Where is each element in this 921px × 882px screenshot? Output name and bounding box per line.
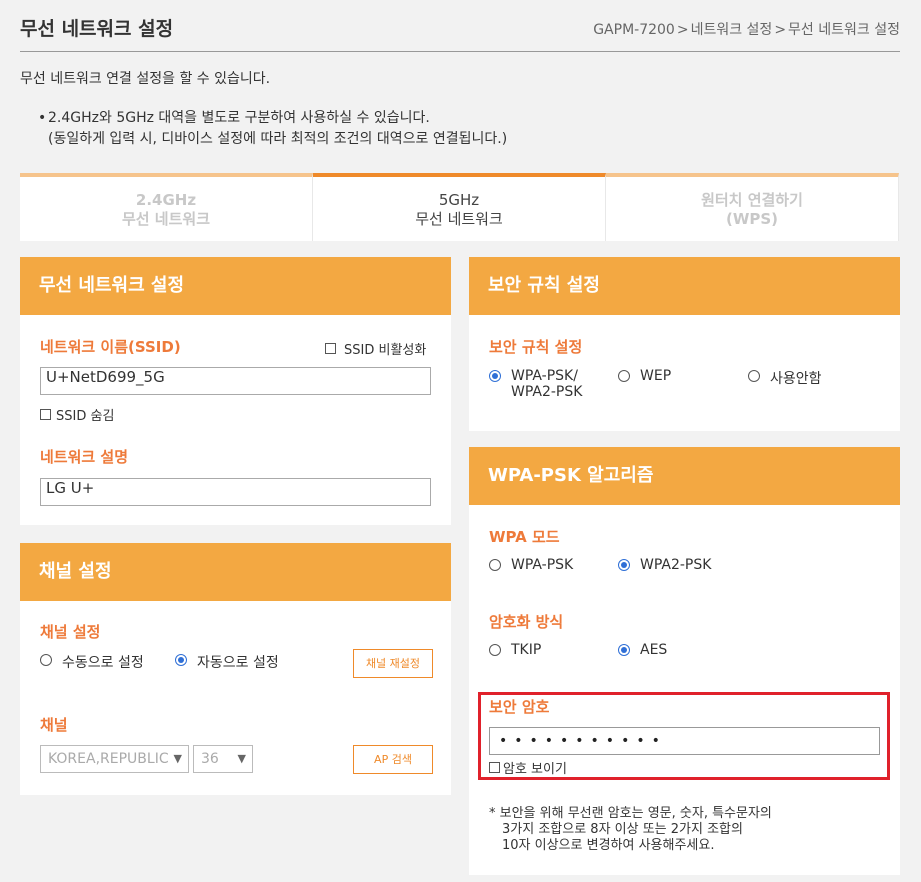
encryption-label: 암호화 방식: [489, 613, 564, 631]
footnote-line: 3가지 조합으로 8자 이상 또는 2가지 조합의: [502, 822, 743, 837]
breadcrumb-item: 무선 네트워크 설정: [788, 22, 900, 38]
breadcrumb-separator: >: [676, 22, 689, 38]
tab-label-line: 2.4GHz: [135, 191, 197, 209]
tab-label-line: 무선 네트워크: [415, 210, 503, 228]
country-value: KOREA,REPUBLIC: [48, 751, 169, 767]
ssid-hide-label: SSID 숨김: [56, 409, 115, 424]
ssid-disable-label: SSID 비활성화: [344, 343, 427, 358]
radio-selected-icon[interactable]: [175, 654, 187, 666]
channel-setting-label: 채널 설정: [40, 623, 101, 641]
radio-label: WPA2-PSK: [640, 557, 712, 573]
radio-label-line: WPA-PSK/: [511, 368, 578, 384]
radio-label: AES: [640, 642, 668, 658]
encryption-aes-radio[interactable]: AES: [618, 642, 667, 658]
network-desc-label: 네트워크 설명: [40, 448, 129, 466]
wpa-mode-wpa2-radio[interactable]: WPA2-PSK: [618, 557, 711, 573]
security-rule-label: 보안 규칙 설정: [489, 338, 583, 356]
radio-icon[interactable]: [618, 370, 630, 382]
radio-icon[interactable]: [489, 559, 501, 571]
security-wpa-radio[interactable]: WPA-PSK/WPA2-PSK: [489, 368, 582, 400]
radio-icon[interactable]: [748, 370, 760, 382]
channel-manual-radio[interactable]: 수동으로 설정: [40, 652, 144, 672]
panel-title: 무선 네트워크 설정: [20, 257, 451, 315]
network-desc-input[interactable]: LG U+: [40, 478, 431, 506]
channel-reset-button[interactable]: 채널 재설정: [353, 649, 433, 678]
radio-label: WEP: [640, 368, 672, 384]
password-input[interactable]: •••••••••••: [489, 727, 880, 755]
note-line: 2.4GHz와 5GHz 대역을 별도로 구분하여 사용하실 수 있습니다.: [48, 110, 430, 126]
tab-label-line: (WPS): [725, 210, 779, 228]
radio-label: WPA-PSK/WPA2-PSK: [511, 368, 582, 400]
breadcrumb: GAPM-7200 > 네트워크 설정 > 무선 네트워크 설정: [593, 19, 900, 39]
band-tabs: 2.4GHz 무선 네트워크 5GHz 무선 네트워크 원터치 연결하기 (WP…: [20, 173, 899, 241]
security-none-radio[interactable]: 사용안함: [748, 368, 822, 388]
radio-label-line: WPA2-PSK: [511, 384, 583, 400]
channel-label: 채널: [40, 716, 68, 734]
page-header: 무선 네트워크 설정 GAPM-7200 > 네트워크 설정 > 무선 네트워크 설정: [20, 0, 900, 52]
ap-search-button[interactable]: AP 검색: [353, 745, 433, 774]
radio-label: 자동으로 설정: [197, 655, 279, 671]
radio-selected-icon[interactable]: [618, 559, 630, 571]
breadcrumb-item: GAPM-7200: [593, 22, 675, 38]
ssid-disable-checkbox[interactable]: SSID 비활성화: [325, 339, 426, 358]
footnote-line: 10자 이상으로 변경하여 사용해주세요.: [502, 838, 715, 853]
ssid-label: 네트워크 이름(SSID): [40, 338, 181, 356]
panel-title: WPA-PSK 알고리즘: [469, 447, 900, 505]
checkbox-icon[interactable]: [40, 409, 51, 420]
chevron-down-icon: ▼: [237, 752, 246, 765]
tab-label-line: 5GHz: [438, 191, 480, 209]
security-wep-radio[interactable]: WEP: [618, 368, 671, 384]
radio-selected-icon[interactable]: [489, 370, 501, 382]
ssid-hide-checkbox[interactable]: SSID 숨김: [40, 405, 114, 424]
panel-title: 채널 설정: [20, 543, 451, 601]
show-password-label: 암호 보이기: [503, 762, 567, 777]
radio-label: 수동으로 설정: [62, 655, 144, 671]
encryption-tkip-radio[interactable]: TKIP: [489, 642, 541, 658]
radio-icon[interactable]: [40, 654, 52, 666]
band-note: • 2.4GHz와 5GHz 대역을 별도로 구분하여 사용하실 수 있습니다.…: [38, 108, 508, 150]
channel-select[interactable]: 36 ▼: [193, 745, 253, 773]
country-select[interactable]: KOREA,REPUBLIC ▼: [40, 745, 189, 773]
checkbox-icon[interactable]: [325, 343, 336, 354]
tab-wps[interactable]: 원터치 연결하기 (WPS): [606, 173, 899, 241]
password-label: 보안 암호: [489, 698, 550, 716]
tab-5ghz[interactable]: 5GHz 무선 네트워크: [313, 173, 606, 241]
wpa-mode-label: WPA 모드: [489, 528, 560, 546]
breadcrumb-item: 네트워크 설정: [690, 22, 773, 38]
radio-label: WPA-PSK: [511, 557, 574, 573]
breadcrumb-separator: >: [774, 22, 787, 38]
wpa-mode-wpa-radio[interactable]: WPA-PSK: [489, 557, 573, 573]
chevron-down-icon: ▼: [173, 752, 182, 765]
page-description: 무선 네트워크 연결 설정을 할 수 있습니다.: [20, 71, 271, 87]
panel-title: 보안 규칙 설정: [469, 257, 900, 315]
bullet-icon: •: [38, 110, 47, 126]
channel-value: 36: [201, 751, 219, 767]
radio-selected-icon[interactable]: [618, 644, 630, 656]
channel-auto-radio[interactable]: 자동으로 설정: [175, 652, 279, 672]
tab-label-line: 무선 네트워크: [121, 210, 211, 228]
footnote-line: * 보안을 위해 무선랜 암호는 영문, 숫자, 특수문자의: [489, 806, 772, 821]
password-footnote: * 보안을 위해 무선랜 암호는 영문, 숫자, 특수문자의 3가지 조합으로 …: [489, 806, 772, 854]
radio-label: 사용안함: [770, 371, 822, 387]
tab-label-line: 원터치 연결하기: [701, 191, 803, 209]
note-line: (동일하게 입력 시, 디바이스 설정에 따라 최적의 조건의 대역으로 연결됩…: [48, 131, 508, 147]
ssid-input[interactable]: U+NetD699_5G: [40, 367, 431, 395]
radio-icon[interactable]: [489, 644, 501, 656]
show-password-checkbox[interactable]: 암호 보이기: [489, 758, 567, 777]
tab-2-4ghz[interactable]: 2.4GHz 무선 네트워크: [20, 173, 313, 241]
checkbox-icon[interactable]: [489, 762, 500, 773]
radio-label: TKIP: [511, 642, 542, 658]
page-title: 무선 네트워크 설정: [20, 18, 174, 40]
